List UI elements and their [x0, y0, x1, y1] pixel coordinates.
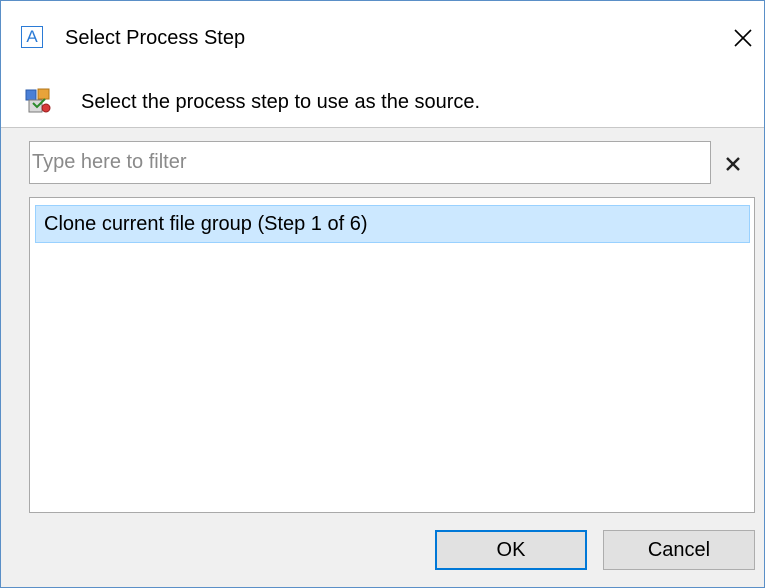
list-item[interactable]: Clone current file group (Step 1 of 6)	[35, 205, 750, 243]
close-icon	[734, 29, 752, 47]
select-process-step-dialog: A Select Process Step Select the process…	[0, 0, 765, 588]
close-button[interactable]	[726, 21, 760, 55]
clear-filter-icon	[726, 157, 740, 171]
app-logo-icon: A	[21, 26, 43, 48]
process-step-list[interactable]: Clone current file group (Step 1 of 6)	[29, 197, 755, 513]
dialog-title: Select Process Step	[65, 27, 246, 49]
filter-input[interactable]	[29, 141, 711, 184]
process-step-icon	[25, 88, 51, 113]
instruction-band: Select the process step to use as the so…	[1, 79, 764, 128]
cancel-button[interactable]: Cancel	[603, 530, 755, 570]
title-bar: A Select Process Step	[1, 1, 764, 79]
clear-filter-button[interactable]	[719, 149, 747, 177]
ok-button[interactable]: OK	[435, 530, 587, 570]
instruction-text: Select the process step to use as the so…	[81, 91, 481, 113]
